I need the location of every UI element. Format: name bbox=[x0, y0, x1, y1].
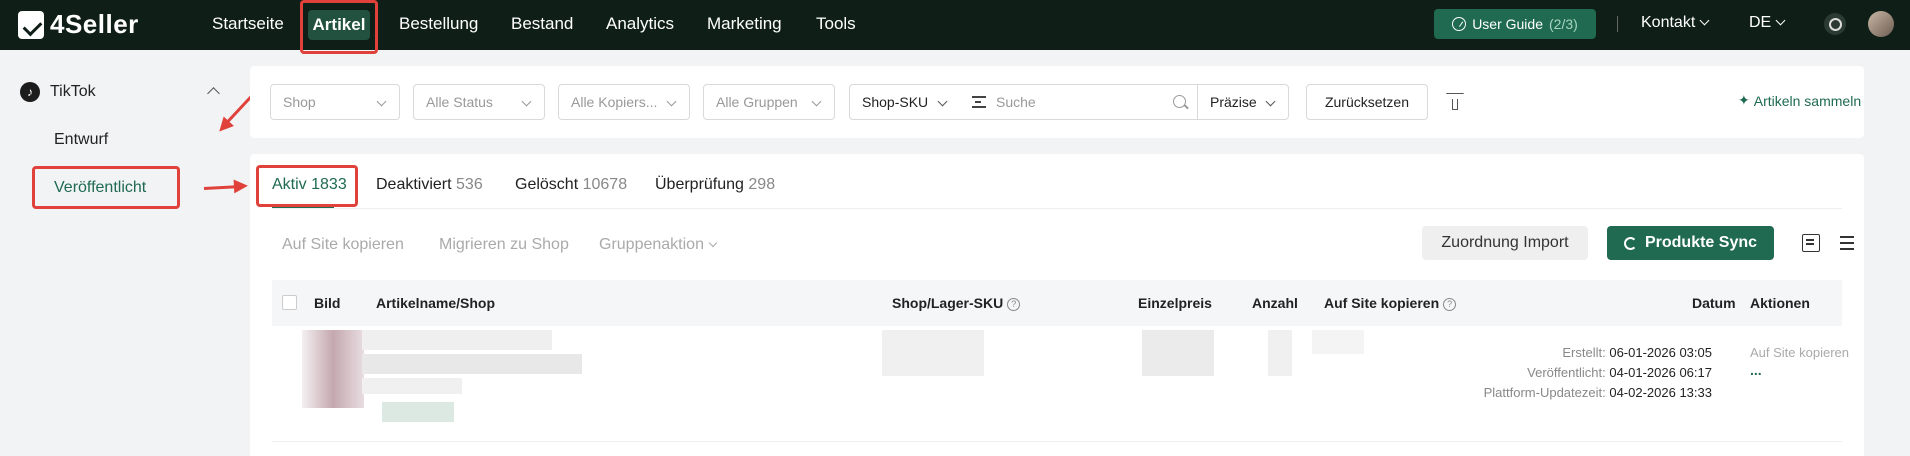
nav-tools[interactable]: Tools bbox=[816, 14, 856, 34]
nav-divider bbox=[1617, 16, 1618, 32]
language-dropdown[interactable]: DE bbox=[1749, 14, 1786, 32]
row-copy-to-site-action[interactable]: Auf Site kopieren bbox=[1750, 345, 1849, 360]
platform-updated-date: Plattform-Updatezeit: 04-02-2026 13:33 bbox=[1483, 385, 1712, 400]
status-select[interactable]: Alle Status bbox=[413, 84, 545, 120]
chevron-down-icon bbox=[521, 96, 532, 107]
avatar[interactable] bbox=[1868, 11, 1894, 37]
sidebar-platform-tiktok[interactable]: ♪ TikTok bbox=[20, 82, 96, 102]
chevron-down-icon bbox=[937, 96, 948, 107]
group-action-dropdown[interactable]: Gruppenaktion bbox=[599, 236, 718, 254]
sku-value bbox=[882, 330, 984, 376]
table-row: Erstellt: 06-01-2026 03:05 Veröffentlich… bbox=[272, 326, 1849, 442]
chevron-down-icon bbox=[1775, 15, 1786, 26]
tiktok-icon: ♪ bbox=[20, 82, 40, 102]
product-list-panel: Aktiv 1833 Deaktiviert 536 Gelöscht 1067… bbox=[250, 154, 1864, 456]
published-date: Veröffentlicht: 04-01-2026 06:17 bbox=[1527, 365, 1712, 380]
tab-deaktiviert[interactable]: Deaktiviert 536 bbox=[376, 176, 483, 194]
top-navigation-bar: 4Seller Startseite Artikel Bestellung Be… bbox=[0, 0, 1910, 50]
created-date: Erstellt: 06-01-2026 03:05 bbox=[1562, 345, 1712, 360]
column-settings-icon[interactable] bbox=[1835, 234, 1854, 252]
sparkle-icon: ✦ bbox=[1738, 92, 1750, 108]
product-name[interactable] bbox=[362, 330, 552, 350]
highlight-box-veroeffentlicht bbox=[32, 166, 180, 209]
nav-analytics[interactable]: Analytics bbox=[606, 14, 674, 34]
tab-geloescht[interactable]: Gelöscht 10678 bbox=[515, 176, 627, 194]
user-guide-label: User Guide bbox=[1472, 16, 1543, 32]
contact-dropdown[interactable]: Kontakt bbox=[1641, 14, 1710, 32]
shop-name bbox=[362, 378, 462, 394]
col-sku: Shop/Lager-SKU? bbox=[892, 295, 1021, 311]
nav-bestand[interactable]: Bestand bbox=[511, 14, 573, 34]
settings-gear-icon[interactable] bbox=[1824, 13, 1846, 35]
tabs-divider bbox=[272, 208, 1842, 209]
search-field[interactable] bbox=[960, 84, 1198, 120]
sku-type-select[interactable]: Shop-SKU bbox=[849, 84, 961, 120]
filter-panel: Shop Alle Status Alle Kopiers... Alle Gr… bbox=[250, 66, 1864, 138]
chevron-down-icon bbox=[666, 96, 677, 107]
nav-startseite[interactable]: Startseite bbox=[212, 14, 284, 34]
product-image[interactable] bbox=[302, 330, 364, 408]
sidebar-item-entwurf[interactable]: Entwurf bbox=[54, 131, 108, 149]
chevron-down-icon bbox=[708, 238, 718, 248]
collect-articles-link[interactable]: ✦ Artikeln sammeln bbox=[1738, 92, 1861, 109]
import-mapping-button[interactable]: Zuordnung Import bbox=[1422, 226, 1588, 260]
help-icon[interactable]: ? bbox=[1443, 298, 1457, 311]
chevron-down-icon bbox=[1265, 96, 1276, 107]
help-icon[interactable]: ? bbox=[1007, 298, 1021, 311]
groups-select[interactable]: Alle Gruppen bbox=[703, 84, 835, 120]
sidebar bbox=[0, 50, 238, 456]
highlight-box-artikel bbox=[300, 0, 378, 54]
col-date[interactable]: Datum bbox=[1692, 295, 1736, 311]
copy-to-site-action[interactable]: Auf Site kopieren bbox=[282, 236, 404, 254]
filter-funnel-icon[interactable] bbox=[1446, 93, 1462, 111]
brand-name: 4Seller bbox=[50, 9, 139, 39]
col-qty[interactable]: Anzahl bbox=[1252, 295, 1298, 311]
nav-marketing[interactable]: Marketing bbox=[707, 14, 782, 34]
tab-ueberpruefung[interactable]: Überprüfung 298 bbox=[655, 176, 775, 194]
col-price[interactable]: Einzelpreis bbox=[1138, 295, 1212, 311]
search-list-icon bbox=[972, 96, 986, 108]
chevron-down-icon bbox=[376, 96, 387, 107]
copy-status-select[interactable]: Alle Kopiers... bbox=[558, 84, 690, 120]
col-image: Bild bbox=[314, 295, 341, 311]
col-name[interactable]: Artikelname/Shop bbox=[376, 295, 495, 311]
product-name bbox=[362, 354, 582, 374]
app-logo[interactable]: 4Seller bbox=[18, 9, 139, 40]
match-mode-select[interactable]: Präzise bbox=[1197, 84, 1289, 120]
price-value bbox=[1142, 330, 1214, 376]
select-all-checkbox[interactable] bbox=[282, 295, 297, 310]
refresh-icon bbox=[1623, 236, 1637, 250]
compass-icon bbox=[1452, 17, 1467, 31]
qty-value bbox=[1268, 330, 1292, 376]
user-guide-progress: (2/3) bbox=[1549, 16, 1578, 32]
col-copy-site: Auf Site kopieren? bbox=[1324, 295, 1457, 311]
shop-select[interactable]: Shop bbox=[270, 84, 400, 120]
logo-icon bbox=[18, 10, 44, 39]
row-more-actions[interactable]: ... bbox=[1750, 362, 1762, 378]
chevron-down-icon bbox=[1699, 15, 1710, 26]
migrate-to-shop-action[interactable]: Migrieren zu Shop bbox=[439, 236, 569, 254]
reset-button[interactable]: Zurücksetzen bbox=[1306, 84, 1428, 120]
user-guide-button[interactable]: User Guide (2/3) bbox=[1434, 9, 1596, 39]
search-icon[interactable] bbox=[1173, 95, 1186, 108]
col-actions: Aktionen bbox=[1750, 295, 1810, 311]
sidebar-platform-label: TikTok bbox=[50, 83, 96, 100]
sync-products-button[interactable]: Produkte Sync bbox=[1607, 226, 1774, 260]
search-input[interactable] bbox=[996, 85, 1156, 119]
table-header: Bild Artikelname/Shop Shop/Lager-SKU? Ei… bbox=[272, 280, 1842, 326]
highlight-box-aktiv-tab bbox=[256, 165, 358, 207]
chevron-down-icon bbox=[811, 96, 822, 107]
shop-badge bbox=[382, 402, 454, 422]
copy-site-value bbox=[1312, 330, 1364, 354]
export-icon[interactable] bbox=[1802, 234, 1820, 252]
nav-bestellung[interactable]: Bestellung bbox=[399, 14, 478, 34]
